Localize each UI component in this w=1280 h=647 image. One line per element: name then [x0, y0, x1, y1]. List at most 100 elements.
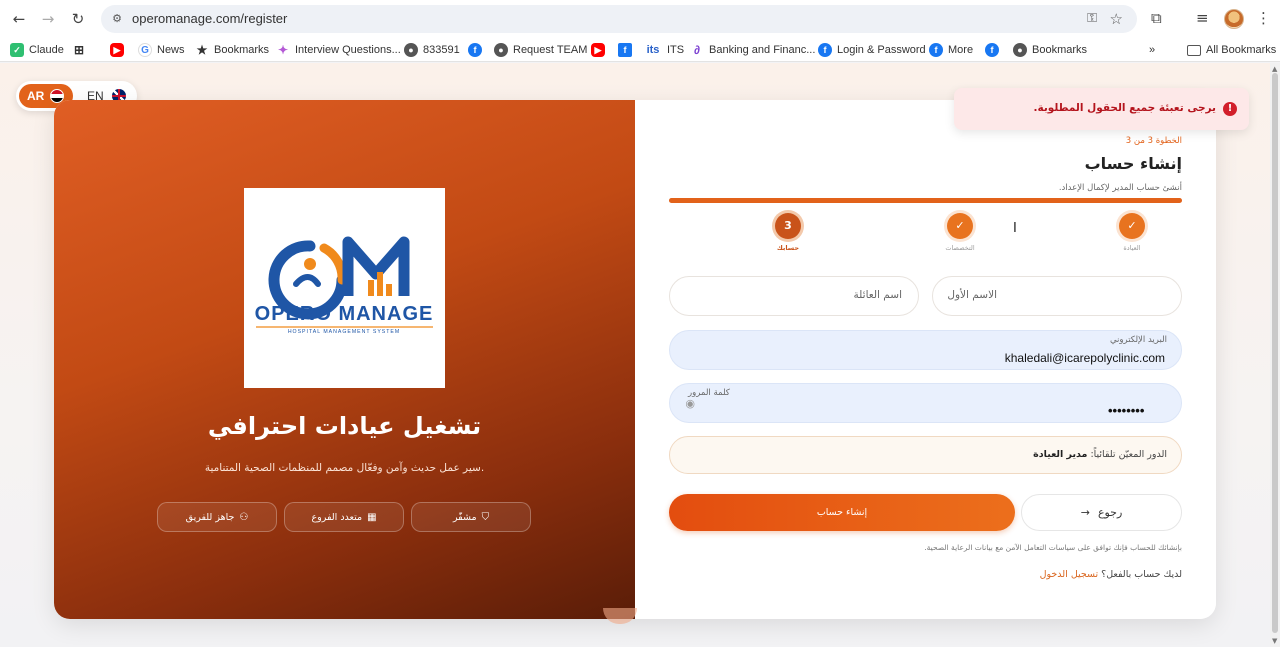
email-value[interactable]: khaledali@icarepolyclinic.com: [1005, 351, 1165, 365]
have-account-text: لديك حساب بالفعل؟: [1101, 569, 1182, 580]
role-value: مدير العيادة: [1033, 449, 1088, 460]
url-text[interactable]: operomanage.com/register: [132, 11, 287, 26]
bookmark-item[interactable]: f: [468, 42, 482, 58]
bookmark-label: Request TEAM: [513, 44, 588, 56]
bookmark-item[interactable]: ✦ Interview Questions...: [276, 42, 401, 58]
curl-icon: ∂: [694, 43, 700, 57]
shield-icon: ⛉: [481, 511, 490, 523]
bookmarks-bar: ✓ Claude ⊞ ▶ G News ★ Bookmarks ✦ Interview Quest…: [0, 38, 1280, 62]
bookmark-star-icon[interactable]: ☆: [1110, 10, 1123, 28]
role-prefix: الدور المعيّن تلقائياً:: [1090, 449, 1167, 460]
youtube-icon: ▶: [110, 43, 124, 57]
bookmark-item[interactable]: ★ Bookmarks: [195, 42, 269, 58]
terms-text: بإنشائك للحساب فإنك توافق على سياسات الت…: [924, 543, 1182, 552]
login-link[interactable]: تسجيل الدخول: [1040, 569, 1099, 580]
bookmark-label: More: [948, 44, 974, 56]
media-controls-icon[interactable]: ≡: [1196, 9, 1209, 27]
first-name-field[interactable]: الاسم الأول: [932, 276, 1182, 316]
assigned-role-box: الدور المعيّن تلقائياً: مدير العيادة: [669, 436, 1182, 474]
forward-arrow-icon[interactable]: →: [38, 9, 58, 29]
step-account[interactable]: 3 حسابك: [758, 213, 818, 252]
back-arrow-icon[interactable]: ←: [9, 9, 29, 29]
register-card: OPERO MANAGE HOSPITAL MANAGEMENT SYSTEM …: [54, 100, 1216, 619]
feature-multi-branch: ▦ متعدد الفروع: [284, 502, 404, 532]
bookmark-label: ITS: [667, 44, 685, 56]
bookmarks-overflow-icon[interactable]: »: [1149, 42, 1155, 58]
facebook-icon: f: [818, 43, 832, 57]
toast-message: يرجى تعبئة جميع الحقول المطلوبة.: [1033, 102, 1217, 114]
step-label: التخصصات: [945, 244, 975, 252]
last-name-placeholder: اسم العائلة: [853, 289, 902, 301]
last-name-field[interactable]: اسم العائلة: [669, 276, 919, 316]
step-clinic[interactable]: ✓ العيادة: [1102, 213, 1162, 252]
extensions-icon[interactable]: ⧉: [1151, 9, 1162, 27]
scroll-up-icon[interactable]: ▲: [1272, 65, 1277, 73]
create-account-button[interactable]: إنشاء حساب: [669, 494, 1015, 531]
feature-label: متعدد الفروع: [311, 511, 363, 523]
bookmark-item[interactable]: f More: [929, 42, 973, 58]
bookmark-item[interactable]: ● 833591: [404, 42, 460, 58]
reload-icon[interactable]: ↻: [68, 9, 88, 29]
claude-icon: ✓: [10, 43, 24, 57]
bookmark-item[interactable]: ▶: [110, 42, 124, 58]
hero-panel: OPERO MANAGE HOSPITAL MANAGEMENT SYSTEM …: [54, 100, 635, 619]
show-password-eye-icon[interactable]: ◉: [685, 397, 695, 410]
bookmark-item[interactable]: ∂ Banking and Financ...: [690, 42, 815, 58]
bookmark-label: Interview Questions...: [295, 44, 401, 56]
password-key-icon[interactable]: ⚿: [1087, 11, 1097, 26]
page-scrollbar[interactable]: ▲ ▼: [1270, 63, 1280, 647]
bookmark-label: News: [157, 44, 185, 56]
step-counter: الخطوة 3 من 3: [1125, 136, 1182, 146]
facebook-icon: f: [985, 43, 999, 57]
address-bar[interactable]: ⚙ operomanage.com/register ⚿ ☆: [101, 5, 1137, 33]
logo-wordmark: OPERO MANAGE: [255, 303, 434, 325]
form-title: إنشاء حساب: [1084, 154, 1182, 173]
check-icon: ✓: [1119, 213, 1145, 239]
create-account-label: إنشاء حساب: [816, 507, 868, 518]
bookmark-item[interactable]: f: [985, 42, 999, 58]
progress-bar: [669, 198, 1182, 203]
logo-tagline: HOSPITAL MANAGEMENT SYSTEM: [288, 329, 400, 335]
apps-grid-icon: ⊞: [73, 43, 85, 57]
globe-icon: ●: [1013, 43, 1027, 57]
bookmark-item[interactable]: ▶: [591, 42, 605, 58]
bookmark-item[interactable]: ● Bookmarks: [1013, 42, 1087, 58]
password-value[interactable]: ••••••••: [1108, 403, 1144, 418]
hero-title: تشغيل عيادات احترافي: [207, 412, 482, 440]
bookmark-item[interactable]: f Login & Password: [818, 42, 926, 58]
browser-toolbar: ← → ↻ ⚙ operomanage.com/register ⚿ ☆ ⧉ ≡…: [0, 0, 1280, 38]
step-label: العيادة: [1123, 244, 1141, 252]
back-button-label: رجوع: [1097, 506, 1123, 519]
error-icon: !: [1223, 102, 1237, 116]
scroll-down-icon[interactable]: ▼: [1272, 637, 1277, 645]
bookmark-item[interactable]: its ITS: [644, 42, 685, 58]
back-button[interactable]: رجوع →: [1021, 494, 1182, 531]
its-icon: its: [646, 44, 660, 56]
bookmark-label: Banking and Financ...: [709, 44, 816, 56]
bookmark-item[interactable]: ✓ Claude: [10, 42, 64, 58]
bookmark-item[interactable]: ⊞: [72, 42, 86, 58]
arrow-right-icon: →: [1080, 506, 1090, 519]
text-cursor-icon: I: [1013, 221, 1017, 236]
all-bookmarks[interactable]: All Bookmarks: [1187, 42, 1276, 58]
bookmark-item[interactable]: ● Request TEAM: [494, 42, 587, 58]
step-label: حسابك: [776, 244, 800, 252]
progress-fill: [669, 198, 1182, 203]
bookmark-label: 833591: [423, 44, 460, 56]
lang-ar-label: AR: [27, 89, 45, 103]
bookmark-item[interactable]: G News: [138, 42, 185, 58]
bookmark-item[interactable]: f: [618, 42, 632, 58]
building-icon: ▦: [367, 511, 377, 523]
step-number: 3: [775, 213, 801, 239]
check-icon: ✓: [947, 213, 973, 239]
site-settings-icon[interactable]: ⚙: [110, 12, 124, 26]
bookmark-label: Bookmarks: [1032, 44, 1088, 56]
password-field[interactable]: كلمة المرور •••••••• ◉: [669, 383, 1182, 423]
scrollbar-thumb[interactable]: [1272, 73, 1278, 633]
profile-avatar[interactable]: [1224, 9, 1244, 29]
feature-team-ready: ⚇ جاهز للفريق: [157, 502, 277, 532]
step-specialties[interactable]: ✓ التخصصات: [930, 213, 990, 252]
google-icon: G: [138, 43, 152, 57]
menu-kebab-icon[interactable]: ⋮: [1256, 9, 1271, 27]
email-field[interactable]: البريد الإلكتروني khaledali@icarepolycli…: [669, 330, 1182, 370]
